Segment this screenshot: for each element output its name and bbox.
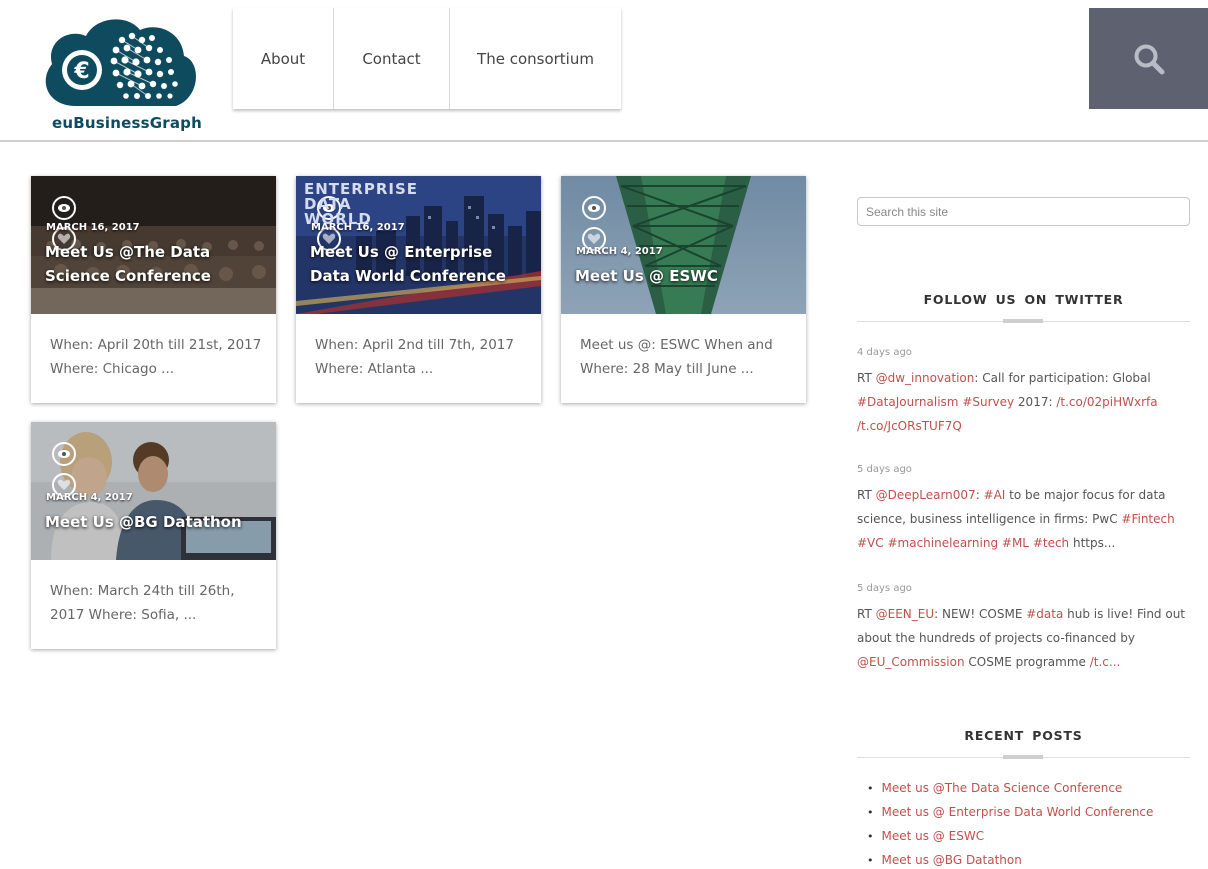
tweet-hashtag[interactable]: #Fintech — [1121, 512, 1174, 526]
svg-text:€: € — [73, 59, 89, 84]
post-title[interactable]: Meet Us @ ESWC — [575, 264, 800, 288]
tweet-mention[interactable]: @DeepLearn007 — [876, 488, 976, 502]
post-excerpt: When: April 20th till 21st, 2017 Where: … — [50, 337, 262, 377]
main-nav: About Contact The consortium — [233, 8, 621, 109]
post-date: MARCH 4, 2017 — [576, 246, 663, 257]
widget-divider — [857, 319, 1190, 323]
view-icon[interactable] — [582, 196, 606, 220]
tweet-text: RT @EEN_EU: NEW! COSME #data hub is live… — [857, 607, 1186, 669]
tweet-text: RT @DeepLearn007: #AI to be major focus … — [857, 488, 1175, 550]
post-title[interactable]: Meet Us @ Enterprise Data World Conferen… — [310, 240, 535, 288]
post-excerpt: When: March 24th till 26th, 2017 Where: … — [50, 583, 235, 623]
nav-consortium[interactable]: The consortium — [450, 8, 621, 109]
tweet-link[interactable]: /t.co/02piHWxrfa — [1056, 395, 1157, 409]
post-image[interactable]: MARCH 16, 2017 Meet Us @The Data Science… — [31, 176, 276, 314]
recent-post-link[interactable]: Meet us @ ESWC — [867, 825, 1153, 849]
tweet-link[interactable]: /t.c... — [1090, 655, 1121, 669]
tweet-hashtag[interactable]: #Survey — [962, 395, 1014, 409]
tweet-hashtag[interactable]: #tech — [1033, 536, 1069, 550]
site-header: € euBusinessGraph About Contact The cons… — [0, 0, 1208, 142]
tweet-hashtag[interactable]: #machinelearning — [887, 536, 998, 550]
tweet-hashtag[interactable]: #data — [1026, 607, 1063, 621]
search-icon — [1134, 44, 1164, 74]
recent-post-link[interactable]: Meet us @ Enterprise Data World Conferen… — [867, 801, 1154, 825]
tweet-text: RT @dw_innovation: Call for participatio… — [857, 371, 1158, 433]
recent-posts-list: Meet us @The Data Science Conference Mee… — [867, 777, 1154, 869]
view-icon[interactable] — [52, 442, 76, 466]
tweet-hashtag[interactable]: #VC — [857, 536, 884, 550]
logo-text: euBusinessGraph — [52, 114, 202, 132]
tweet-link[interactable]: /t.co/JcORsTUF7Q — [857, 419, 962, 433]
post-image[interactable]: MARCH 4, 2017 Meet Us @BG Datathon — [31, 422, 276, 560]
tweet-item: 4 days ago RT @dw_innovation: Call for p… — [857, 347, 1190, 438]
tweet-hashtag[interactable]: #ML — [1002, 536, 1029, 550]
enterprise-data-world-logo: ENTERPRISE DATA WORLD — [304, 180, 419, 228]
post-title[interactable]: Meet Us @BG Datathon — [45, 510, 270, 534]
post-date: MARCH 16, 2017 — [46, 222, 140, 233]
header-search-button[interactable] — [1089, 8, 1208, 109]
post-image[interactable]: MARCH 4, 2017 Meet Us @ ESWC — [561, 176, 806, 314]
post-card[interactable]: MARCH 16, 2017 Meet Us @The Data Science… — [31, 176, 276, 403]
tweet-time: 5 days ago — [857, 464, 912, 475]
tweet-time: 4 days ago — [857, 347, 912, 358]
view-icon[interactable] — [52, 196, 76, 220]
recent-posts-title: RECENT POSTS — [964, 728, 1083, 743]
twitter-widget-title: FOLLOW US ON TWITTER — [923, 292, 1124, 307]
post-date: MARCH 16, 2017 — [311, 222, 405, 233]
recent-post-link[interactable]: Meet us @BG Datathon — [867, 849, 1153, 869]
nav-about[interactable]: About — [233, 8, 334, 109]
tweet-mention[interactable]: @EU_Commission — [857, 655, 965, 669]
post-card[interactable]: MARCH 4, 2017 Meet Us @BG Datathon When:… — [31, 422, 276, 649]
tweet-item: 5 days ago RT @EEN_EU: NEW! COSME #data … — [857, 583, 1190, 674]
post-title[interactable]: Meet Us @The Data Science Conference — [45, 240, 270, 288]
post-card[interactable]: MARCH 4, 2017 Meet Us @ ESWC Meet us @: … — [561, 176, 806, 403]
tweet-mention[interactable]: @dw_innovation — [876, 371, 975, 385]
post-date: MARCH 4, 2017 — [46, 492, 133, 503]
nav-contact[interactable]: Contact — [334, 8, 450, 109]
post-card[interactable]: ENTERPRISE DATA WORLD MARCH 16, 2017 Mee… — [296, 176, 541, 403]
widget-divider — [857, 755, 1190, 759]
post-excerpt: Meet us @: ESWC When and Where: 28 May t… — [580, 337, 773, 377]
post-image[interactable]: ENTERPRISE DATA WORLD MARCH 16, 2017 Mee… — [296, 176, 541, 314]
tweet-mention[interactable]: @EEN_EU — [876, 607, 935, 621]
tweet-item: 5 days ago RT @DeepLearn007: #AI to be m… — [857, 464, 1190, 555]
tweet-hashtag[interactable]: #AI — [984, 488, 1006, 502]
cloud-logo-icon: € — [45, 19, 196, 106]
post-excerpt: When: April 2nd till 7th, 2017 Where: At… — [315, 337, 514, 377]
site-search-input[interactable] — [857, 197, 1190, 226]
recent-post-link[interactable]: Meet us @The Data Science Conference — [867, 777, 1153, 801]
tweet-time: 5 days ago — [857, 583, 912, 594]
tweet-hashtag[interactable]: #DataJournalism — [857, 395, 958, 409]
